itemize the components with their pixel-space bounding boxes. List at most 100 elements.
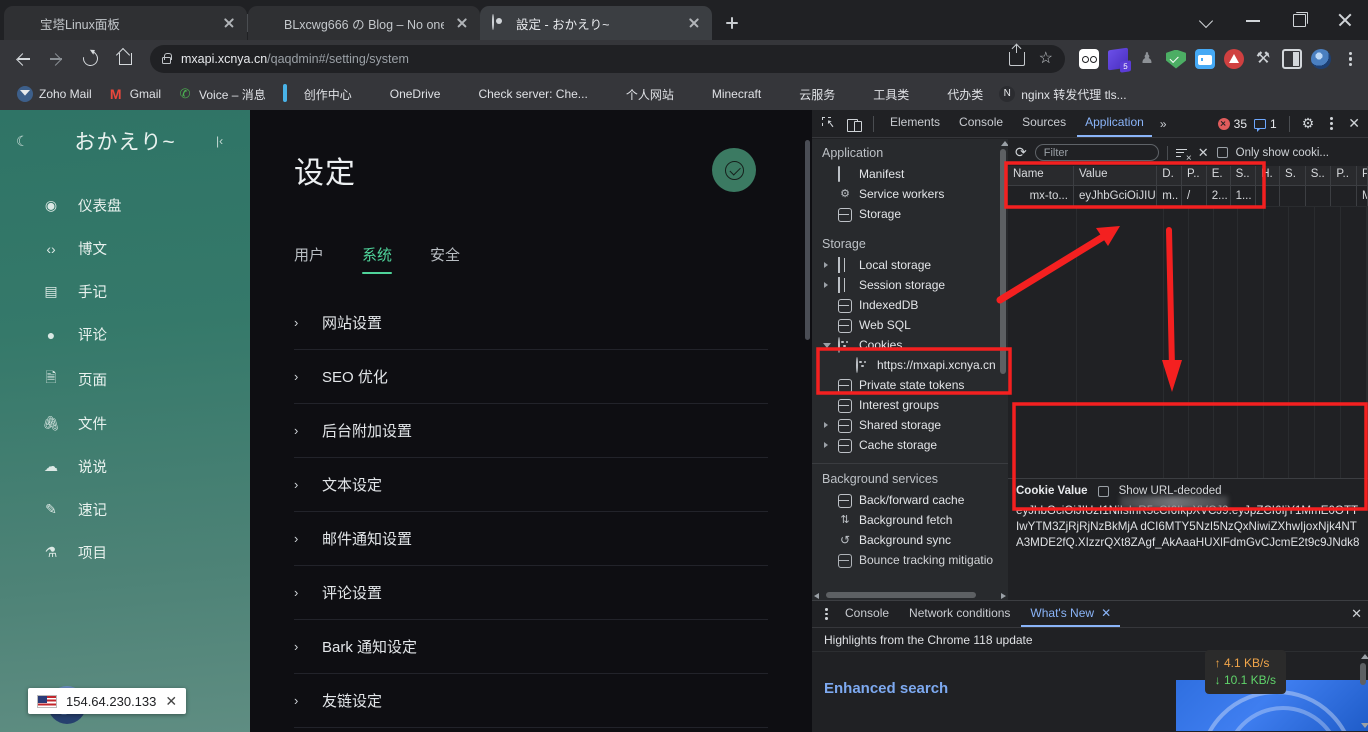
tab-security[interactable]: 安全 bbox=[430, 244, 460, 274]
browser-tab-2[interactable]: BLxcwg666 の Blog – No one c bbox=[248, 6, 480, 40]
purple-note-icon[interactable] bbox=[1108, 47, 1128, 71]
tree-item-cache-storage[interactable]: Cache storage bbox=[812, 435, 1008, 455]
save-settings-button[interactable] bbox=[712, 148, 756, 192]
sidebar-item-notes[interactable]: ▤ 手记 bbox=[0, 270, 250, 313]
col-expires[interactable]: E. bbox=[1207, 166, 1231, 185]
bookmark-check-server[interactable]: Check server: Che... bbox=[449, 83, 594, 105]
red-arrow-icon[interactable] bbox=[1224, 49, 1244, 69]
bookmark-zoho-mail[interactable]: Zoho Mail bbox=[10, 83, 99, 105]
tree-item-bfcache[interactable]: Back/forward cache bbox=[812, 490, 1008, 510]
tree-item-storage[interactable]: Storage bbox=[812, 204, 1008, 224]
more-tabs-icon[interactable]: » bbox=[1155, 117, 1171, 131]
sidebar-item-memos[interactable]: ✎ 速记 bbox=[0, 488, 250, 531]
tab-system[interactable]: 系统 bbox=[362, 244, 393, 274]
tree-item-bounce-tracking[interactable]: Bounce tracking mitigatio bbox=[812, 550, 1008, 570]
reload-button[interactable] bbox=[76, 44, 106, 74]
maximize-button[interactable] bbox=[1276, 0, 1322, 40]
kebab-menu-icon[interactable] bbox=[1321, 114, 1341, 134]
forward-button[interactable] bbox=[42, 44, 72, 74]
bookmark-folder-personal[interactable]: 个人网站 bbox=[597, 83, 681, 106]
side-panel-icon[interactable] bbox=[1282, 49, 1302, 69]
sidebar-item-projects[interactable]: ⚗ 项目 bbox=[0, 531, 250, 574]
col-secure[interactable]: S. bbox=[1280, 166, 1306, 185]
tree-horizontal-scrollbar[interactable] bbox=[812, 590, 1008, 600]
clear-filter-icon[interactable] bbox=[1175, 146, 1192, 164]
collapse-sidebar-icon[interactable]: |‹ bbox=[216, 134, 234, 148]
col-path[interactable]: P.. bbox=[1182, 166, 1207, 185]
bookmark-creator[interactable]: 创作中心 bbox=[275, 83, 359, 106]
devtools-tab-sources[interactable]: Sources bbox=[1014, 110, 1074, 137]
bookmark-gmail[interactable]: M Gmail bbox=[101, 83, 168, 105]
home-button[interactable] bbox=[110, 44, 140, 74]
section-comment-settings[interactable]: › 评论设置 bbox=[294, 566, 768, 620]
tab-close-button[interactable] bbox=[454, 15, 470, 31]
clear-all-cookies-icon[interactable]: ✕ bbox=[1198, 145, 1209, 161]
col-domain[interactable]: D. bbox=[1157, 166, 1183, 185]
tree-item-indexeddb[interactable]: IndexedDB bbox=[812, 295, 1008, 315]
tree-item-shared-storage[interactable]: Shared storage bbox=[812, 415, 1008, 435]
minimize-button[interactable] bbox=[1230, 0, 1276, 40]
chevron-down-icon[interactable] bbox=[1184, 0, 1230, 40]
profile-avatar[interactable] bbox=[1311, 49, 1331, 69]
gear-icon[interactable]: ⚙ bbox=[1302, 115, 1315, 132]
tree-item-service-workers[interactable]: ⚙ Service workers bbox=[812, 184, 1008, 204]
devtools-tab-application[interactable]: Application bbox=[1077, 110, 1152, 137]
table-row[interactable]: mx-to... eyJhbGciOiJIU... m.. / 2... 1..… bbox=[1008, 186, 1368, 207]
devtools-tab-elements[interactable]: Elements bbox=[882, 110, 948, 137]
bookmark-star-icon[interactable]: ☆ bbox=[1039, 51, 1053, 67]
sidebar-item-pages[interactable]: 🗎 页面 bbox=[0, 356, 250, 402]
sidebar-item-dashboard[interactable]: ◉ 仪表盘 bbox=[0, 184, 250, 227]
moon-icon[interactable]: ☾ bbox=[16, 133, 34, 150]
tree-item-local-storage[interactable]: Local storage bbox=[812, 255, 1008, 275]
bilibili-icon[interactable] bbox=[1195, 49, 1215, 69]
puzzle-icon[interactable]: ⚒ bbox=[1253, 49, 1273, 69]
green-shield-icon[interactable] bbox=[1166, 49, 1186, 69]
ip-badge-close-icon[interactable]: ✕ bbox=[165, 693, 177, 710]
drawer-tab-whats-new[interactable]: What's New ✕ bbox=[1021, 602, 1121, 627]
tree-item-background-sync[interactable]: ↺ Background sync bbox=[812, 530, 1008, 550]
section-website-settings[interactable]: › 网站设置 bbox=[294, 296, 768, 350]
bookmark-folder-tools[interactable]: 工具类 bbox=[844, 83, 916, 106]
col-priority[interactable]: P. bbox=[1357, 166, 1368, 185]
drawer-scrollbar[interactable] bbox=[1359, 654, 1368, 728]
tree-item-interest-groups[interactable]: Interest groups bbox=[812, 395, 1008, 415]
sidebar-item-comments[interactable]: ● 评论 bbox=[0, 313, 250, 356]
tab-close-button[interactable] bbox=[221, 15, 237, 31]
section-backup[interactable]: ›备份 bbox=[294, 728, 768, 732]
show-url-decoded-checkbox[interactable] bbox=[1097, 485, 1109, 497]
sidebar-item-talks[interactable]: ☁ 说说 bbox=[0, 445, 250, 488]
section-mail-notify[interactable]: › 邮件通知设置 bbox=[294, 512, 768, 566]
tab-close-button[interactable] bbox=[686, 15, 702, 31]
gray-robot-icon[interactable]: ♟ bbox=[1137, 49, 1157, 69]
section-seo[interactable]: › SEO 优化 bbox=[294, 350, 768, 404]
refresh-icon[interactable]: ⟳ bbox=[1015, 144, 1027, 161]
cookie-value-text[interactable]: eyJhbGciOiJIUzI1NiIsInR5cCI6IkpXVCJ9.eyJ… bbox=[1016, 503, 1360, 551]
back-button[interactable] bbox=[8, 44, 38, 74]
tree-vertical-scrollbar[interactable] bbox=[999, 141, 1008, 391]
sidebar-item-files[interactable]: 🖇 文件 bbox=[0, 402, 250, 445]
bookmark-onedrive[interactable]: OneDrive bbox=[361, 83, 448, 105]
col-samesite[interactable]: S.. bbox=[1306, 166, 1332, 185]
tree-item-web-sql[interactable]: Web SQL bbox=[812, 315, 1008, 335]
bookmark-folder-cloud[interactable]: 云服务 bbox=[770, 83, 842, 106]
reader-icon[interactable] bbox=[1079, 49, 1099, 69]
bookmark-nginx[interactable]: Nnginx 转发代理 tls... bbox=[992, 83, 1133, 106]
tab-users[interactable]: 用户 bbox=[294, 244, 324, 274]
devtools-tab-console[interactable]: Console bbox=[951, 110, 1011, 137]
share-icon[interactable] bbox=[1008, 44, 1025, 66]
section-bark-notify[interactable]: › Bark 通知设定 bbox=[294, 620, 768, 674]
tree-item-background-fetch[interactable]: ⇅ Background fetch bbox=[812, 510, 1008, 530]
kebab-menu-icon[interactable] bbox=[818, 606, 834, 622]
tree-item-session-storage[interactable]: Session storage bbox=[812, 275, 1008, 295]
close-drawer-icon[interactable]: ✕ bbox=[1351, 606, 1362, 622]
bookmark-folder-minecraft[interactable]: Minecraft bbox=[683, 83, 768, 105]
close-window-button[interactable] bbox=[1322, 0, 1368, 40]
inspect-element-icon[interactable] bbox=[818, 113, 840, 135]
drawer-tab-network-conditions[interactable]: Network conditions bbox=[900, 602, 1019, 627]
bookmark-folder-todo[interactable]: 代办类 bbox=[918, 83, 990, 106]
sidebar-item-posts[interactable]: ‹› 博文 bbox=[0, 227, 250, 270]
error-badge[interactable]: 35 bbox=[1217, 117, 1247, 131]
section-friend-links[interactable]: › 友链设定 bbox=[294, 674, 768, 728]
col-value[interactable]: Value bbox=[1074, 166, 1158, 185]
browser-tab-3-active[interactable]: 設定 - おかえり~ bbox=[480, 6, 712, 40]
